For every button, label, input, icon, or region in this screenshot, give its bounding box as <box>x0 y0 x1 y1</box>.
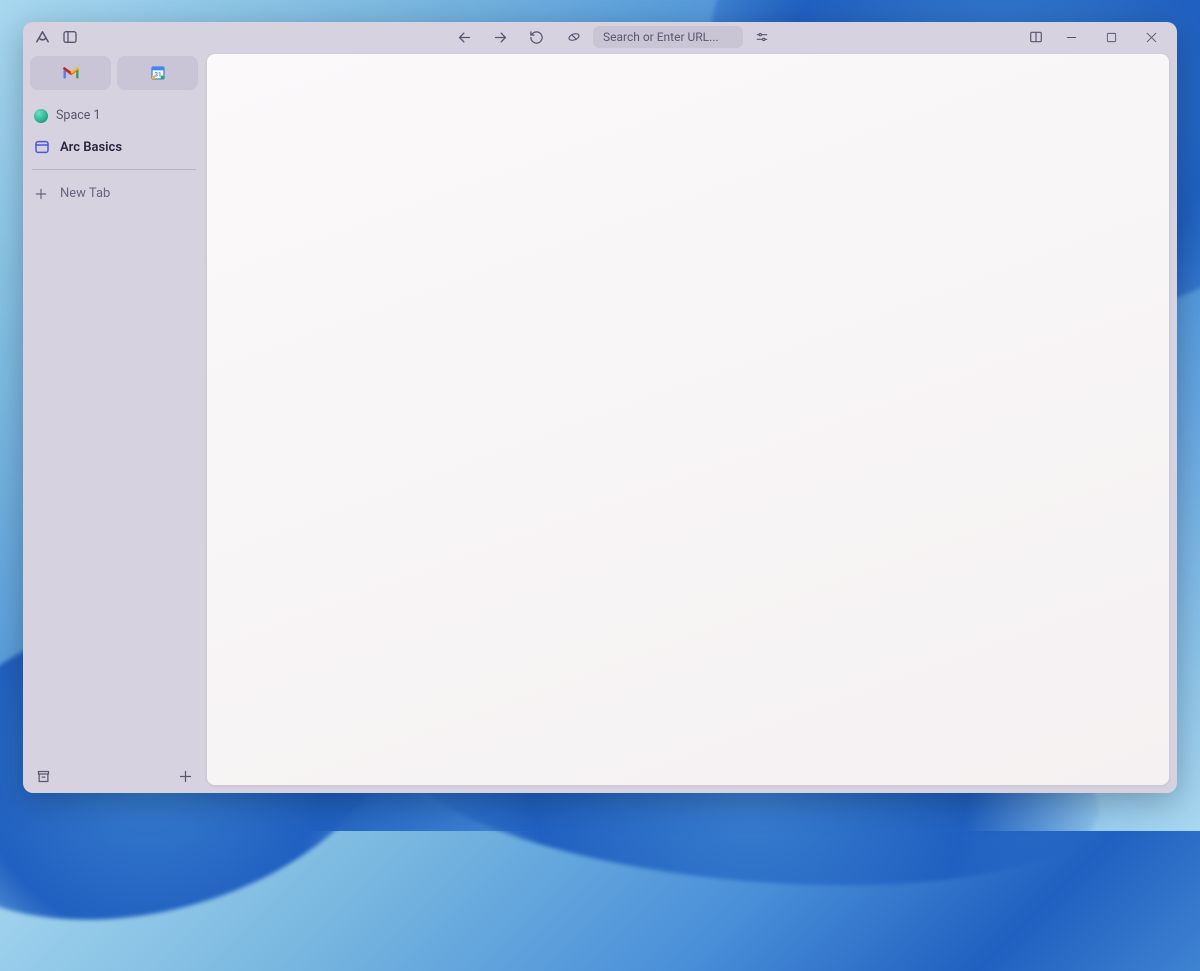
tab-label: Arc Basics <box>60 140 122 155</box>
close-button[interactable] <box>1131 23 1171 51</box>
pinned-tile-gmail[interactable] <box>30 56 111 90</box>
new-tab-button[interactable]: New Tab <box>30 180 198 207</box>
site-info-icon[interactable] <box>565 28 583 46</box>
tab-arc-basics[interactable]: Arc Basics <box>30 133 198 161</box>
browser-page-icon <box>34 139 50 155</box>
new-tab-label: New Tab <box>60 186 110 201</box>
nav-group <box>455 28 545 46</box>
url-bar[interactable] <box>593 26 743 48</box>
titlebar-center <box>205 26 1021 48</box>
footer-plus-icon[interactable] <box>176 767 194 785</box>
url-input[interactable] <box>603 30 723 44</box>
calendar-icon: 31 <box>150 65 166 81</box>
browser-window: 31 Space 1 Arc Basics <box>23 22 1177 793</box>
gmail-icon <box>62 66 80 80</box>
reload-button[interactable] <box>527 28 545 46</box>
archive-icon[interactable] <box>34 767 52 785</box>
forward-button[interactable] <box>491 28 509 46</box>
maximize-button[interactable] <box>1091 23 1131 51</box>
toggle-sidebar-icon[interactable] <box>61 28 79 46</box>
split-view-icon[interactable] <box>1021 23 1051 51</box>
arc-menu-icon[interactable] <box>33 28 51 46</box>
titlebar <box>23 22 1177 52</box>
settings-sliders-icon[interactable] <box>753 28 771 46</box>
pinned-row: 31 <box>30 56 198 90</box>
sidebar-divider <box>32 169 196 170</box>
space-label: Space 1 <box>56 108 101 123</box>
svg-text:31: 31 <box>154 71 161 78</box>
titlebar-left <box>29 28 205 46</box>
page-content[interactable] <box>207 54 1169 785</box>
back-button[interactable] <box>455 28 473 46</box>
sidebar: 31 Space 1 Arc Basics <box>23 52 205 793</box>
window-controls <box>1021 23 1171 51</box>
minimize-button[interactable] <box>1051 23 1091 51</box>
space-color-icon <box>34 109 48 123</box>
body-area: 31 Space 1 Arc Basics <box>23 52 1177 793</box>
space-selector[interactable]: Space 1 <box>30 104 198 127</box>
sidebar-footer <box>30 763 198 787</box>
plus-icon <box>34 187 48 201</box>
pinned-tile-calendar[interactable]: 31 <box>117 56 198 90</box>
